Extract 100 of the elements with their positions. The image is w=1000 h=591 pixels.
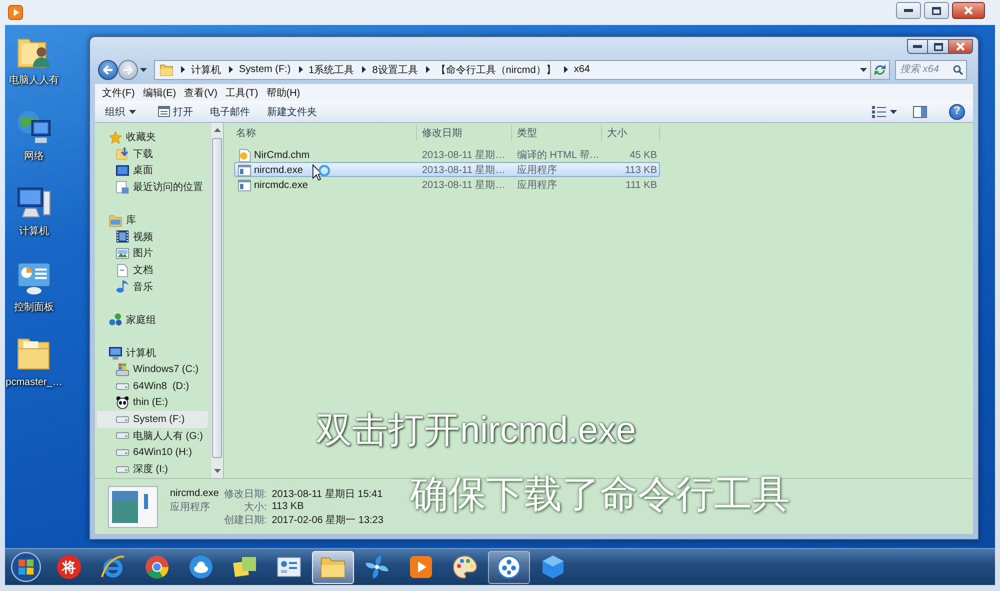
film-strip-icon	[116, 230, 129, 244]
breadcrumb-link[interactable]: 8设置工具	[366, 62, 418, 76]
menu-item[interactable]: 查看(V)	[180, 85, 222, 100]
page-and-tile-icon	[116, 180, 129, 194]
nav-item[interactable]: 收藏夹	[97, 129, 208, 146]
toolbar-button[interactable]: 新建文件夹	[261, 102, 323, 121]
maximize-button[interactable]	[924, 2, 949, 19]
close-icon	[964, 6, 973, 15]
breadcrumb-arrow-icon	[229, 66, 233, 73]
view-options-icon	[872, 106, 886, 118]
file-row[interactable]: nircmd.exe 2013-08-11 星期… 应用程序 113 KB	[234, 162, 660, 177]
caption-text: 双击打开nircmd.exe	[316, 408, 636, 452]
breadcrumb-link[interactable]: 计算机	[185, 62, 221, 76]
caption-text: 确保下载了命令行工具	[410, 473, 790, 518]
menu-item[interactable]: 帮助(H)	[262, 85, 304, 100]
taskbar-button[interactable]: 将	[48, 550, 90, 584]
desktop-shortcut[interactable]: pcmaster_…	[5, 336, 63, 412]
refresh-button[interactable]	[871, 60, 890, 80]
minimize-button[interactable]	[907, 39, 928, 54]
nav-item[interactable]: 视频	[97, 228, 208, 246]
app-window-icon	[238, 178, 251, 192]
column-header[interactable]: 名称	[231, 125, 417, 141]
breadcrumb-link[interactable]: 1系统工具	[302, 62, 354, 76]
nav-item[interactable]: 计算机	[97, 344, 208, 362]
close-button[interactable]	[952, 2, 985, 19]
scroll-down-icon	[214, 469, 220, 473]
nav-item[interactable]: 桌面	[97, 162, 208, 179]
flag-drive-icon	[116, 363, 129, 376]
desktop-shortcut[interactable]: 计算机	[5, 185, 63, 260]
nav-item[interactable]: 64Win8 (D:)	[97, 378, 208, 394]
nav-item[interactable]: 音乐	[97, 278, 208, 295]
details-file-name: nircmd.exe	[170, 488, 219, 499]
file-name: NirCmd.chm	[254, 150, 310, 160]
scrollbar-thumb[interactable]	[212, 138, 222, 458]
nav-item[interactable]: 64Win10 (H:)	[97, 444, 208, 461]
breadcrumb-link[interactable]: x64	[568, 64, 590, 75]
orbit-ring-icon	[101, 555, 125, 579]
app-window-icon	[238, 164, 251, 176]
scrollbar[interactable]	[210, 123, 223, 478]
nav-item[interactable]: 电脑人人有 (G:)	[97, 428, 208, 444]
nav-item[interactable]: thin (E:)	[97, 394, 208, 412]
minimize-button[interactable]	[896, 2, 921, 19]
column-header[interactable]: 类型	[512, 125, 602, 141]
toolbar-button[interactable]: 打开	[152, 102, 199, 121]
file-name: nircmd.exe	[254, 164, 303, 176]
maximize-icon	[932, 6, 941, 14]
minimize-icon	[913, 45, 922, 48]
search-field[interactable]: 搜索 x64	[895, 60, 967, 80]
desktop-shortcut[interactable]: 控制面板	[5, 260, 63, 336]
globe-monitor-icon	[17, 110, 51, 144]
breadcrumb-arrow-icon	[426, 66, 430, 73]
close-icon	[956, 42, 965, 51]
toolbar-button[interactable]: 电子邮件	[204, 102, 256, 121]
desktop-shortcut[interactable]: 网络	[5, 110, 63, 185]
file-row[interactable]: nircmdc.exe 2013-08-11 星期… 应用程序 111 KB	[234, 177, 660, 192]
drive-icon	[116, 416, 129, 423]
menu-item[interactable]: 编辑(E)	[138, 85, 180, 100]
address-bar[interactable]: 计算机 System (F:) 1系统工具 8设置工具 【命令行工具（nircmd）】 x64	[154, 60, 871, 80]
drive-icon	[116, 449, 129, 456]
folder-icon	[160, 64, 173, 76]
taskbar-button[interactable]	[488, 550, 530, 584]
start-button[interactable]	[11, 552, 41, 582]
picture-icon	[116, 246, 129, 260]
drive-icon	[116, 466, 129, 473]
nav-item[interactable]: System (F:)	[97, 411, 208, 428]
start-orb-icon	[11, 552, 41, 582]
file-row[interactable]: NirCmd.chm 2013-08-11 星期… 编译的 HTML 帮… 45 KB	[234, 147, 660, 162]
nav-item[interactable]: Windows7 (C:)	[97, 361, 208, 378]
column-header[interactable]: 大小	[602, 125, 660, 141]
menu-item[interactable]: 工具(T)	[221, 85, 262, 100]
desktop-shortcut[interactable]: 电脑人人有	[5, 34, 63, 110]
breadcrumb-arrow-icon	[181, 66, 185, 73]
breadcrumb-link[interactable]: 【命令行工具（nircmd）】	[430, 62, 556, 76]
nav-item[interactable]: 图片	[97, 245, 208, 262]
folder-icon	[17, 336, 51, 370]
details-label: 大小:	[242, 500, 267, 514]
computer-icon	[17, 185, 51, 219]
nav-item[interactable]: 家庭组	[97, 312, 208, 328]
forward-button[interactable]	[118, 60, 138, 80]
nav-item[interactable]: 最近访问的位置	[97, 178, 208, 196]
details-label: 修改日期:	[224, 488, 267, 500]
search-icon	[953, 64, 963, 74]
modified-date: 2013-08-11 星期…	[421, 178, 506, 192]
minimize-icon	[904, 9, 913, 12]
nav-item[interactable]: 库	[97, 212, 208, 229]
maximize-button[interactable]	[928, 39, 949, 54]
menu-item[interactable]: 文件(F)	[98, 85, 139, 100]
folder-icon	[109, 214, 122, 227]
document-badge-icon	[238, 148, 251, 162]
toolbar-button[interactable]: 组织	[99, 102, 142, 121]
nav-item[interactable]: 文档	[97, 262, 208, 278]
breadcrumb-link[interactable]: System (F:)	[233, 64, 291, 75]
column-header[interactable]: 修改日期	[417, 125, 512, 141]
details-value: 113 KB	[272, 501, 305, 512]
nav-item[interactable]: 下载	[97, 146, 208, 162]
close-button[interactable]	[949, 39, 973, 54]
nav-item[interactable]: 深度 (I:)	[97, 460, 208, 478]
back-button[interactable]	[98, 60, 118, 80]
panel-icon	[277, 555, 301, 579]
breadcrumb-arrow-icon	[298, 66, 303, 73]
